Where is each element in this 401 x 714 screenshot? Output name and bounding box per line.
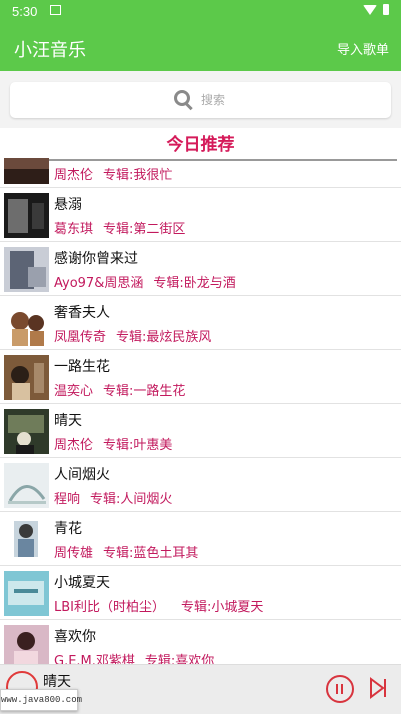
import-playlist-button[interactable]: 导入歌单 — [337, 39, 389, 58]
status-time: 5:30 — [12, 4, 38, 19]
search-inner: 搜索 — [173, 89, 226, 111]
watermark: www.java800.com — [0, 689, 82, 711]
song-singer: 程响 — [54, 492, 81, 507]
wifi-icon — [363, 4, 377, 15]
song-meta: 葛东琪 专辑:第二街区 — [54, 218, 185, 237]
skip-next-icon[interactable] — [369, 677, 389, 699]
sim-card-icon — [50, 5, 61, 15]
album-cover — [4, 463, 49, 508]
song-meta: 周杰伦 专辑:我很忙 — [54, 164, 172, 183]
search-placeholder: 搜索 — [201, 92, 226, 107]
song-singer: 周杰伦 — [54, 168, 94, 183]
song-list-panel: 今日推荐 周杰伦 专辑:我很忙 悬溺 葛东琪 专辑:第二街区 感谢你曾来过 Ayo9… — [0, 128, 401, 664]
app-title: 小汪音乐 — [14, 40, 86, 61]
song-row[interactable]: 悬溺 葛东琪 专辑:第二街区 — [0, 188, 401, 242]
song-row[interactable]: 周杰伦 专辑:我很忙 — [0, 158, 401, 188]
album-cover — [4, 409, 49, 454]
album-cover — [4, 571, 49, 616]
song-album: 专辑:第二街区 — [103, 222, 186, 237]
song-row[interactable]: 人间烟火 程响 专辑:人间烟火 — [0, 458, 401, 512]
song-singer: 周杰伦 — [54, 438, 94, 453]
song-title: 悬溺 — [54, 197, 82, 213]
song-meta: LBI利比（时柏尘） 专辑:小城夏天 — [54, 596, 263, 615]
pause-icon[interactable] — [326, 675, 354, 703]
status-icons — [363, 4, 389, 15]
song-singer: LBI利比（时柏尘） — [54, 600, 165, 615]
song-row[interactable]: 喜欢你 G.E.M.邓紫棋 专辑:喜欢你 — [0, 620, 401, 664]
status-bar: 5:30 — [0, 0, 401, 24]
song-album: 专辑:最炫民族风 — [116, 330, 212, 345]
song-album: 专辑:喜欢你 — [144, 654, 215, 664]
song-meta: 凤凰传奇 专辑:最炫民族风 — [54, 326, 211, 345]
song-title: 人间烟火 — [54, 467, 110, 483]
song-singer: 温奕心 — [54, 384, 94, 399]
search-bar[interactable]: 搜索 — [10, 82, 391, 118]
now-playing-title: 晴天 — [43, 674, 71, 690]
song-title: 一路生花 — [54, 359, 110, 375]
song-singer: 葛东琪 — [54, 222, 94, 237]
song-row[interactable]: 小城夏天 LBI利比（时柏尘） 专辑:小城夏天 — [0, 566, 401, 620]
album-cover — [4, 355, 49, 400]
song-title: 青花 — [54, 521, 82, 537]
album-cover — [4, 247, 49, 292]
battery-icon — [383, 4, 389, 15]
song-title: 感谢你曾来过 — [54, 251, 138, 267]
song-album: 专辑:人间烟火 — [90, 492, 173, 507]
song-row[interactable]: 奢香夫人 凤凰传奇 专辑:最炫民族风 — [0, 296, 401, 350]
list-header: 今日推荐 — [4, 128, 397, 161]
song-meta: 温奕心 专辑:一路生花 — [54, 380, 185, 399]
song-meta: 周传雄 专辑:蓝色土耳其 — [54, 542, 198, 561]
album-cover — [4, 517, 49, 562]
song-meta: 周杰伦 专辑:叶惠美 — [54, 434, 172, 453]
song-meta: Ayo97&周思涵 专辑:卧龙与酒 — [54, 272, 236, 291]
song-row[interactable]: 晴天 周杰伦 专辑:叶惠美 — [0, 404, 401, 458]
album-cover — [4, 301, 49, 346]
song-album: 专辑:小城夏天 — [181, 600, 264, 615]
song-album: 专辑:我很忙 — [103, 168, 173, 183]
song-title: 喜欢你 — [54, 629, 96, 645]
song-row[interactable]: 青花 周传雄 专辑:蓝色土耳其 — [0, 512, 401, 566]
song-row[interactable]: 感谢你曾来过 Ayo97&周思涵 专辑:卧龙与酒 — [0, 242, 401, 296]
song-list[interactable]: 周杰伦 专辑:我很忙 悬溺 葛东琪 专辑:第二街区 感谢你曾来过 Ayo97&周思涵… — [0, 158, 401, 664]
album-cover — [4, 625, 49, 664]
search-icon — [173, 89, 193, 111]
song-album: 专辑:一路生花 — [103, 384, 186, 399]
song-album: 专辑:叶惠美 — [103, 438, 173, 453]
song-album: 专辑:卧龙与酒 — [153, 276, 236, 291]
app-bar: 小汪音乐 导入歌单 — [0, 24, 401, 71]
song-title: 奢香夫人 — [54, 305, 110, 321]
song-row[interactable]: 一路生花 温奕心 专辑:一路生花 — [0, 350, 401, 404]
song-meta: 程响 专辑:人间烟火 — [54, 488, 172, 507]
song-singer: 凤凰传奇 — [54, 330, 107, 345]
song-singer: 周传雄 — [54, 546, 94, 561]
song-title: 小城夏天 — [54, 575, 110, 591]
album-cover — [4, 193, 49, 238]
song-singer: Ayo97&周思涵 — [54, 276, 144, 291]
song-meta: G.E.M.邓紫棋 专辑:喜欢你 — [54, 650, 214, 664]
album-cover — [4, 158, 49, 184]
song-singer: G.E.M.邓紫棋 — [54, 654, 135, 664]
song-album: 专辑:蓝色土耳其 — [103, 546, 199, 561]
song-title: 晴天 — [54, 413, 82, 429]
